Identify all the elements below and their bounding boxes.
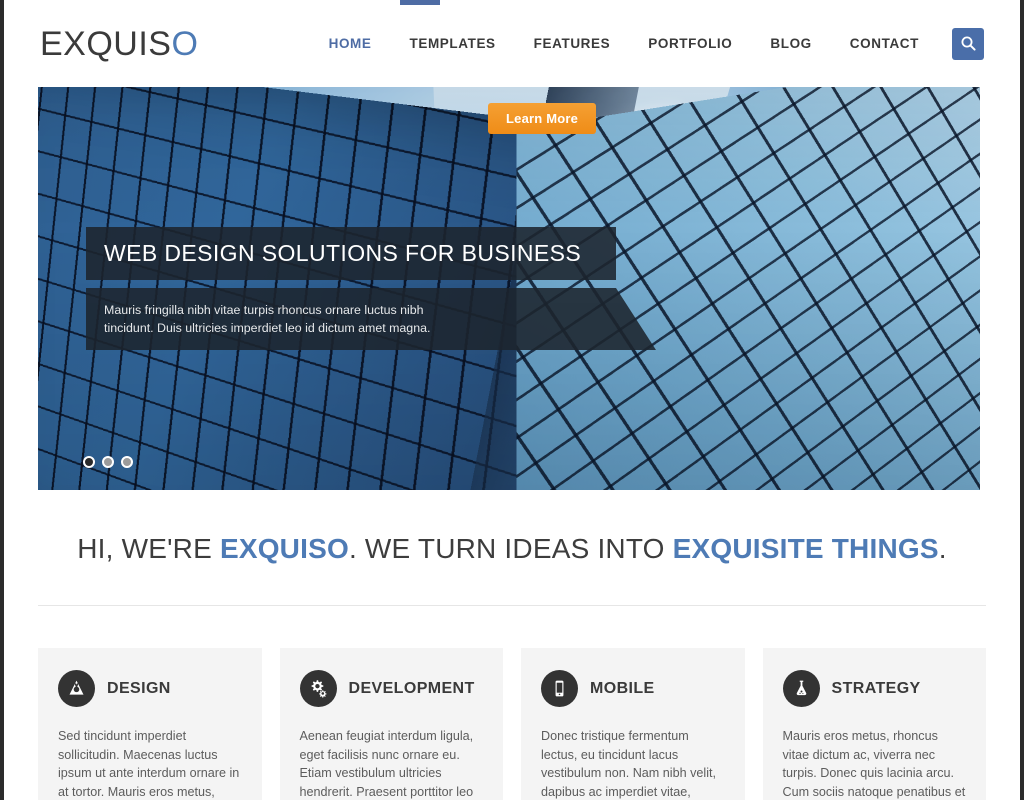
card-title: MOBILE: [590, 679, 655, 697]
nav-item-contact[interactable]: CONTACT: [831, 36, 938, 51]
hero-title-text: WEB DESIGN SOLUTIONS FOR BUSINESS: [104, 240, 582, 266]
card-description: Donec tristique fermentum lectus, eu tin…: [541, 729, 716, 799]
tagline-part-1: HI, WE'RE: [77, 533, 220, 564]
services-grid: DESIGN Sed tincidunt imperdiet sollicitu…: [38, 648, 986, 800]
slider-dot-2[interactable]: [102, 456, 114, 468]
service-card-strategy[interactable]: STRATEGY Mauris eros metus, rhoncus vita…: [762, 648, 986, 800]
tagline-part-3: .: [938, 533, 947, 564]
design-compass-icon: [58, 670, 95, 707]
main-navigation: HOME TEMPLATES FEATURES PORTFOLIO BLOG C…: [310, 27, 984, 60]
hero-caption-title: WEB DESIGN SOLUTIONS FOR BUSINESS: [86, 227, 616, 280]
nav-item-portfolio[interactable]: PORTFOLIO: [629, 36, 751, 51]
active-page-indicator: [400, 0, 440, 5]
card-header: DEVELOPMENT: [299, 670, 484, 707]
logo-main-text: EXQUIS: [40, 24, 172, 63]
section-divider: [38, 605, 986, 606]
flask-icon: [782, 670, 820, 707]
card-title: STRATEGY: [831, 679, 921, 697]
search-button[interactable]: [952, 27, 984, 60]
hero-slider[interactable]: WEB DESIGN SOLUTIONS FOR BUSINESS Mauris…: [38, 87, 980, 490]
nav-item-home[interactable]: HOME: [310, 36, 391, 51]
gears-icon: [299, 670, 337, 707]
mobile-phone-icon: [541, 670, 578, 707]
hero-caption-body: Mauris fringilla nibh vitae turpis rhonc…: [86, 288, 656, 350]
tagline-part-2: . WE TURN IDEAS INTO: [348, 533, 673, 564]
card-header: STRATEGY: [782, 670, 967, 707]
logo-accent-text: O: [171, 24, 199, 63]
site-header: EXQUISO HOME TEMPLATES FEATURES PORTFOLI…: [4, 0, 1020, 87]
service-card-design[interactable]: DESIGN Sed tincidunt imperdiet sollicitu…: [38, 648, 262, 800]
tagline-brand: EXQUISO: [219, 533, 349, 564]
search-icon: [960, 35, 977, 52]
card-header: DESIGN: [58, 670, 242, 707]
service-card-development[interactable]: DEVELOPMENT Aenean feugiat interdum ligu…: [279, 648, 503, 800]
page-root: EXQUISO HOME TEMPLATES FEATURES PORTFOLI…: [4, 0, 1020, 800]
slider-pagination: [83, 456, 133, 468]
card-description: Aenean feugiat interdum ligula, eget fac…: [299, 729, 474, 799]
site-logo[interactable]: EXQUISO: [40, 27, 198, 61]
hero-body-text: Mauris fringilla nibh vitae turpis rhonc…: [104, 303, 431, 335]
slider-dot-3[interactable]: [121, 456, 133, 468]
window-edge-left: [0, 0, 4, 800]
card-header: MOBILE: [541, 670, 725, 707]
slider-dot-1[interactable]: [83, 456, 95, 468]
nav-item-templates[interactable]: TEMPLATES: [391, 36, 515, 51]
learn-more-button[interactable]: Learn More: [488, 103, 597, 134]
card-title: DEVELOPMENT: [348, 679, 475, 697]
nav-item-features[interactable]: FEATURES: [515, 36, 630, 51]
card-title: DESIGN: [107, 679, 171, 697]
service-card-mobile[interactable]: MOBILE Donec tristique fermentum lectus,…: [521, 648, 745, 800]
card-description: Mauris eros metus, rhoncus vitae dictum …: [782, 729, 966, 799]
card-description: Sed tincidunt imperdiet sollicitudin. Ma…: [58, 729, 240, 799]
nav-item-blog[interactable]: BLOG: [751, 36, 830, 51]
intro-tagline: HI, WE'RE EXQUISO. WE TURN IDEAS INTO EX…: [4, 533, 1020, 565]
window-edge-right: [1020, 0, 1024, 800]
tagline-highlight: EXQUISITE THINGS: [672, 533, 939, 564]
